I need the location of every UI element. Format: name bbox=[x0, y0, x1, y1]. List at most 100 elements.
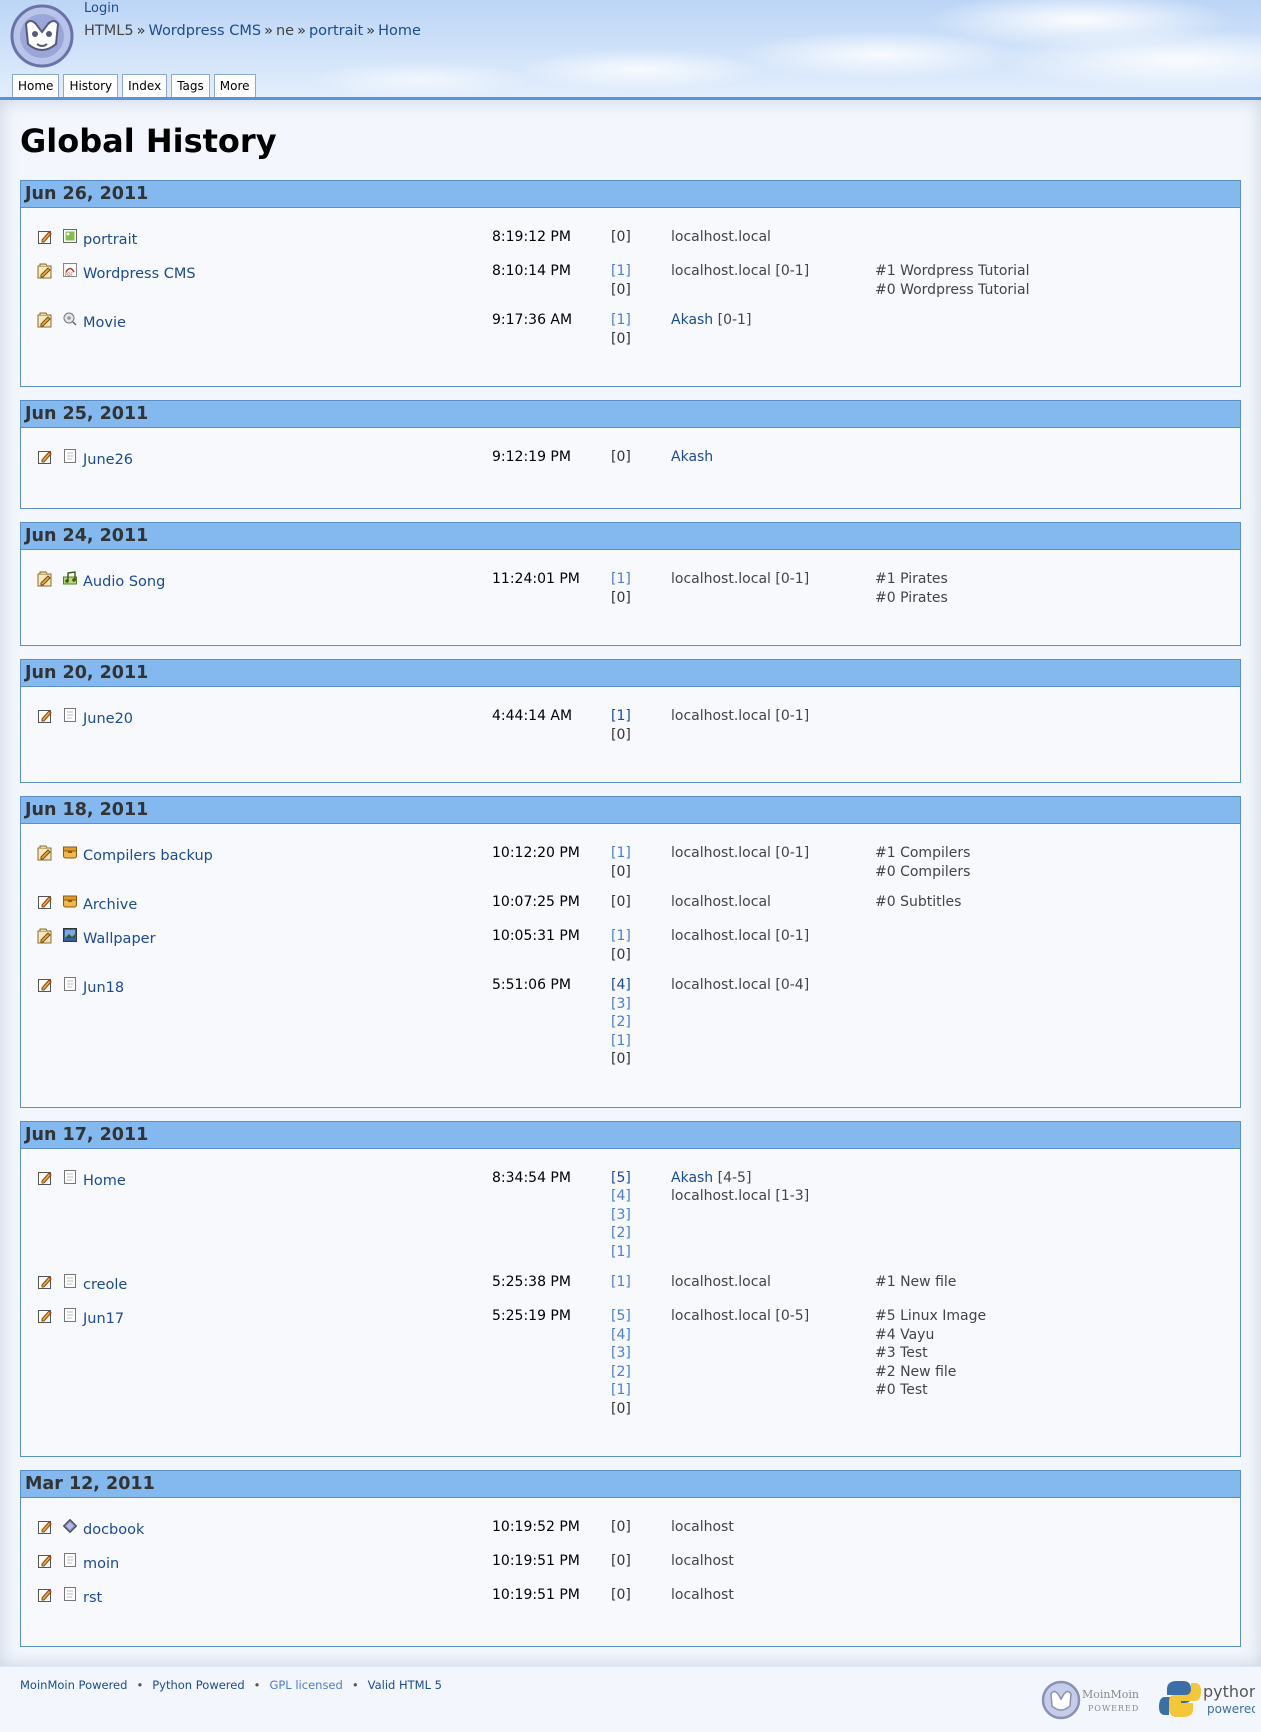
login-link[interactable]: Login bbox=[84, 1, 119, 16]
entry-page-link[interactable]: docbook bbox=[83, 1522, 144, 1538]
revision-comment: #1 Pirates bbox=[875, 571, 948, 587]
entry-page-link[interactable]: Jun17 bbox=[83, 1311, 124, 1327]
revision-link[interactable]: [1] bbox=[611, 707, 631, 726]
tab-more[interactable]: More bbox=[213, 74, 256, 98]
entry-revisions: [5] [4] [3] [2] [1] [0] bbox=[611, 1307, 631, 1418]
entry-time: 10:19:51 PM bbox=[492, 1553, 580, 1569]
revision-link: [0] bbox=[611, 1587, 631, 1603]
revision-link[interactable]: [2] bbox=[611, 1363, 631, 1382]
history-entry: Movie 9:17:36 AM [1] [0] Akash [0-1] bbox=[21, 311, 1240, 348]
rename-action-icon[interactable] bbox=[37, 928, 53, 944]
edit-action-icon[interactable] bbox=[37, 894, 53, 910]
revision-comment: #3 Test bbox=[875, 1345, 928, 1361]
revision-link[interactable]: [2] bbox=[611, 1013, 631, 1032]
tab-home[interactable]: Home bbox=[12, 74, 60, 98]
breadcrumb-item-portrait[interactable]: portrait bbox=[309, 23, 363, 39]
revision-link[interactable]: [1] bbox=[611, 1273, 631, 1292]
revision-link[interactable]: [5] bbox=[611, 1169, 631, 1188]
editor-host: localhost bbox=[671, 1553, 734, 1569]
revision-link[interactable]: [1] bbox=[611, 844, 631, 863]
footer-link-moinmoin-powered[interactable]: MoinMoin Powered bbox=[20, 1678, 127, 1692]
editor-host: localhost.local [0-1] bbox=[671, 928, 810, 944]
rename-action-icon[interactable] bbox=[37, 312, 53, 328]
editor-user-link[interactable]: Akash bbox=[671, 312, 713, 328]
day-entries: June20 4:44:14 AM [1] [0] localhost.local [0… bbox=[21, 687, 1240, 782]
editor-user-link[interactable]: Akash bbox=[671, 449, 713, 465]
moin-badge-subtext: POWERED bbox=[1088, 1704, 1139, 1713]
moinmoin-logo-icon[interactable] bbox=[10, 4, 74, 68]
tab-tags[interactable]: Tags bbox=[171, 74, 210, 98]
entry-page-link[interactable]: moin bbox=[83, 1556, 119, 1572]
edit-action-icon[interactable] bbox=[37, 229, 53, 245]
entry-page-link[interactable]: Wordpress CMS bbox=[83, 266, 196, 282]
revision-link[interactable]: [3] bbox=[611, 1206, 631, 1225]
footer-link-valid-html5[interactable]: Valid HTML 5 bbox=[368, 1678, 442, 1692]
edit-action-icon[interactable] bbox=[37, 1170, 53, 1186]
entry-time: 8:10:14 PM bbox=[492, 263, 571, 279]
entry-editors: localhost.local bbox=[671, 1273, 771, 1292]
entry-page-link[interactable]: Wallpaper bbox=[83, 931, 156, 947]
entry-editors: localhost.local [0-4] bbox=[671, 976, 809, 995]
revision-link: [0] bbox=[611, 281, 631, 298]
revision-comment: #1 Wordpress Tutorial bbox=[875, 263, 1030, 279]
rename-action-icon[interactable] bbox=[37, 845, 53, 861]
revision-link[interactable]: [1] bbox=[611, 570, 631, 589]
tab-index[interactable]: Index bbox=[122, 74, 168, 98]
entry-page-link[interactable]: Home bbox=[83, 1173, 126, 1189]
moinmoin-powered-badge-icon[interactable]: MoinMoin POWERED bbox=[1040, 1679, 1142, 1721]
history-entry: Archive 10:07:25 PM [0] localhost.local #0 S… bbox=[21, 893, 1240, 915]
entry-page-link[interactable]: Movie bbox=[83, 315, 126, 331]
revision-link[interactable]: [1] bbox=[611, 1032, 631, 1051]
tab-history[interactable]: History bbox=[63, 74, 119, 98]
revision-link[interactable]: [5] bbox=[611, 1307, 631, 1326]
entry-revisions: [1] [0] bbox=[611, 844, 631, 881]
edit-action-icon[interactable] bbox=[37, 449, 53, 465]
footer-link-python-powered[interactable]: Python Powered bbox=[152, 1678, 244, 1692]
edit-action-icon[interactable] bbox=[37, 1308, 53, 1324]
edit-action-icon[interactable] bbox=[37, 977, 53, 993]
entry-page-link[interactable]: creole bbox=[83, 1277, 127, 1293]
entry-page-link[interactable]: Jun18 bbox=[83, 980, 124, 996]
day-entries: portrait 8:19:12 PM [0] localhost.local PDF W… bbox=[21, 208, 1240, 386]
revision-link[interactable]: [2] bbox=[611, 1224, 631, 1243]
editor-user-link[interactable]: Akash bbox=[671, 1170, 713, 1186]
breadcrumb-item-wordpress-cms[interactable]: Wordpress CMS bbox=[148, 23, 261, 39]
entry-page-link[interactable]: Archive bbox=[83, 897, 137, 913]
python-powered-badge-icon[interactable]: python powered bbox=[1155, 1677, 1255, 1721]
revision-link[interactable]: [1] bbox=[611, 927, 631, 946]
entry-revisions: [4] [3] [2] [1] [0] bbox=[611, 976, 631, 1069]
edit-action-icon[interactable] bbox=[37, 1587, 53, 1603]
entry-page-link[interactable]: June20 bbox=[83, 711, 133, 727]
revision-link[interactable]: [1] bbox=[611, 262, 631, 281]
entry-editors: localhost bbox=[671, 1518, 734, 1537]
entry-page-link[interactable]: rst bbox=[83, 1590, 102, 1606]
entry-page-link[interactable]: Compilers backup bbox=[83, 848, 213, 864]
edit-action-icon[interactable] bbox=[37, 1553, 53, 1569]
rename-action-icon[interactable] bbox=[37, 263, 53, 279]
revision-link[interactable]: [1] bbox=[611, 1243, 631, 1262]
revision-link: [0] bbox=[611, 330, 631, 347]
page-file-icon bbox=[64, 977, 76, 991]
edit-action-icon[interactable] bbox=[37, 1274, 53, 1290]
revision-link[interactable]: [4] bbox=[611, 976, 631, 995]
breadcrumb-item-home[interactable]: Home bbox=[378, 23, 421, 39]
breadcrumb-separator: » bbox=[264, 23, 273, 39]
entry-page-link[interactable]: Audio Song bbox=[83, 574, 165, 590]
edit-action-icon[interactable] bbox=[37, 708, 53, 724]
revision-comment: #1 New file bbox=[875, 1274, 957, 1290]
revision-link[interactable]: [3] bbox=[611, 1344, 631, 1363]
revision-comment: #0 Pirates bbox=[875, 589, 948, 606]
revision-link[interactable]: [1] bbox=[611, 1381, 631, 1400]
entry-page-link[interactable]: portrait bbox=[83, 232, 137, 248]
breadcrumb-item-ne: ne bbox=[275, 23, 295, 39]
revision-link[interactable]: [3] bbox=[611, 995, 631, 1014]
revision-link[interactable]: [4] bbox=[611, 1187, 631, 1206]
footer-link-gpl-licensed[interactable]: GPL licensed bbox=[269, 1678, 342, 1692]
day-header: Jun 24, 2011 bbox=[21, 523, 1240, 550]
entry-page-link[interactable]: June26 bbox=[83, 452, 133, 468]
day-entries: docbook 10:19:52 PM [0] localhost moin 10:19:… bbox=[21, 1498, 1240, 1646]
edit-action-icon[interactable] bbox=[37, 1519, 53, 1535]
revision-link[interactable]: [1] bbox=[611, 311, 631, 330]
revision-link[interactable]: [4] bbox=[611, 1326, 631, 1345]
rename-action-icon[interactable] bbox=[37, 571, 53, 587]
